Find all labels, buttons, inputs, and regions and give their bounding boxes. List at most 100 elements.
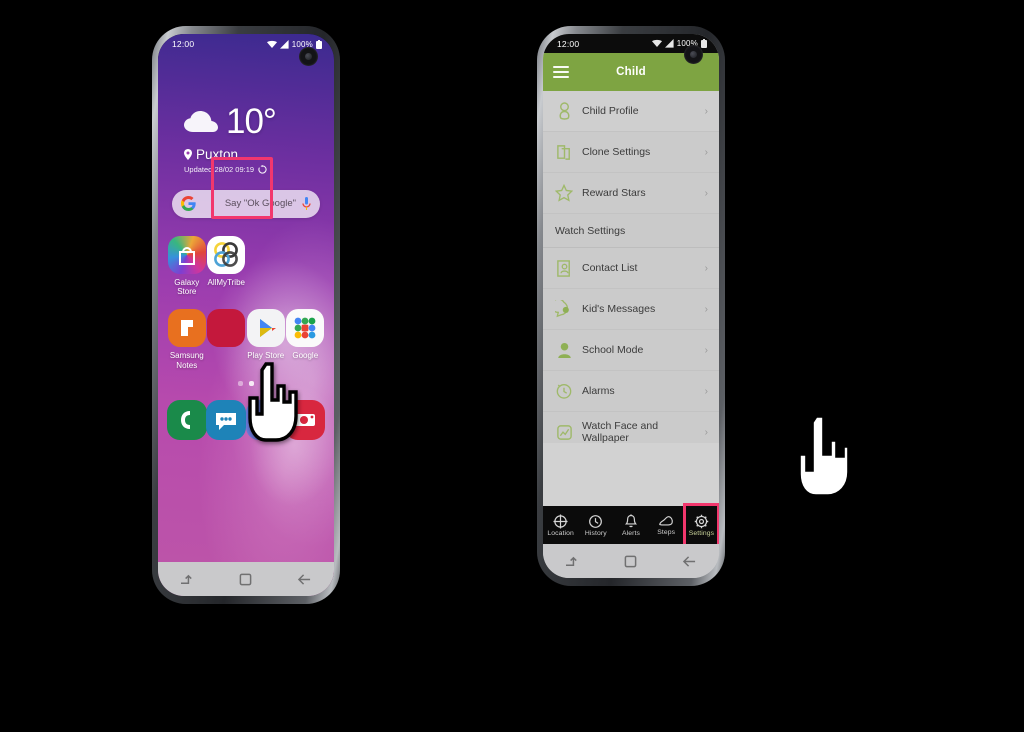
google-folder-icon <box>286 309 325 347</box>
list-item-child-profile[interactable]: Child Profile › <box>543 91 719 132</box>
app-empty-slot-1 <box>246 236 286 298</box>
list-item-alarms[interactable]: Alarms › <box>543 371 719 412</box>
home-icon[interactable] <box>239 573 252 586</box>
phone-icon <box>166 399 207 440</box>
hand-cursor-right <box>797 414 851 498</box>
list-item-label: Reward Stars <box>582 187 646 199</box>
app-row-1: Galaxy Store AllMyTribe <box>167 235 326 298</box>
weather-widget[interactable]: 10° Puxton Updated 28/02 09:19 <box>184 102 334 174</box>
app-empty-slot-2 <box>286 236 326 298</box>
home-icon[interactable] <box>624 555 637 568</box>
weather-location: Puxton <box>196 146 239 162</box>
shoe-icon <box>659 516 674 526</box>
list-item-label: Contact List <box>582 262 638 274</box>
child-profile-icon <box>552 101 576 121</box>
front-camera-punch-hole <box>299 47 318 66</box>
battery-icon <box>316 39 322 49</box>
front-camera-punch-hole <box>684 45 703 64</box>
list-item-label: Watch Face and Wallpaper <box>582 420 659 443</box>
signal-icon <box>664 39 674 48</box>
location-crosshair-icon <box>553 513 568 529</box>
right-navigation-bar <box>543 544 719 578</box>
google-search-bar[interactable]: Say "Ok Google" <box>172 189 320 218</box>
bell-icon <box>624 513 638 527</box>
chevron-right-icon: › <box>704 146 708 158</box>
alarm-clock-icon <box>552 382 576 400</box>
cloud-icon <box>184 110 218 132</box>
tab-label: History <box>584 529 607 537</box>
chevron-right-icon: › <box>704 105 708 117</box>
status-time: 12:00 <box>172 39 195 49</box>
signal-icon <box>279 39 289 49</box>
dock-phone[interactable] <box>166 399 207 440</box>
chevron-right-icon: › <box>704 262 708 274</box>
list-item-label: School Mode <box>582 344 644 356</box>
tab-label: Alerts <box>622 529 640 537</box>
list-item-school-mode[interactable]: School Mode › <box>543 330 719 371</box>
screenshot-stage: 12:00 100% 10° Puxton Updated 28/02 09:1… <box>0 0 1024 732</box>
chevron-right-icon: › <box>704 385 708 397</box>
school-mode-icon <box>552 341 576 360</box>
app-samsung-notes[interactable]: Samsung Notes <box>167 309 207 371</box>
list-item-label: Child Profile <box>582 105 639 117</box>
right-phone-screen: 12:00 100% Child Child Profile › Clone S… <box>543 34 719 578</box>
right-phone-device: 12:00 100% Child Child Profile › Clone S… <box>537 26 725 586</box>
tab-history[interactable]: History <box>578 506 613 544</box>
page-title: Child <box>616 66 646 78</box>
refresh-icon[interactable] <box>258 164 267 174</box>
hidden-under-cursor-icon <box>207 309 246 347</box>
list-item-label: Kid's Messages <box>582 303 656 315</box>
recents-icon[interactable] <box>180 573 195 586</box>
google-g-icon <box>181 196 196 211</box>
back-icon[interactable] <box>682 555 697 568</box>
bottom-tab-bar: Location History Alerts Steps Settings <box>543 503 719 547</box>
app-allmytribe[interactable]: AllMyTribe <box>207 235 247 298</box>
app-label: Samsung Notes <box>169 351 204 370</box>
chevron-right-icon: › <box>704 426 708 438</box>
chevron-right-icon: › <box>704 187 708 199</box>
tab-label: Steps <box>657 529 676 536</box>
weather-temperature: 10° <box>226 102 277 141</box>
wifi-icon <box>266 40 277 48</box>
tab-location[interactable]: Location <box>543 506 578 544</box>
chevron-right-icon: › <box>704 303 708 315</box>
contact-list-icon <box>552 259 576 278</box>
play-store-icon <box>246 309 285 347</box>
list-item-clone-settings[interactable]: Clone Settings › <box>543 132 719 173</box>
microphone-icon[interactable] <box>302 196 311 211</box>
samsung-notes-icon <box>167 309 206 347</box>
tab-alerts[interactable]: Alerts <box>613 506 648 544</box>
kids-messages-icon <box>552 300 576 318</box>
list-item-label: Clone Settings <box>582 146 651 158</box>
settings-list[interactable]: Child Profile › Clone Settings › Reward … <box>543 91 719 443</box>
list-item-reward-stars[interactable]: Reward Stars › <box>543 173 719 214</box>
recents-icon[interactable] <box>565 555 580 568</box>
left-phone-screen: 12:00 100% 10° Puxton Updated 28/02 09:1… <box>158 34 334 596</box>
wifi-icon <box>651 39 662 47</box>
galaxy-store-icon <box>167 235 206 274</box>
tab-label: Location <box>547 529 574 537</box>
section-header-label: Watch Settings <box>555 224 626 237</box>
app-label: AllMyTribe <box>207 277 245 287</box>
settings-highlight-box <box>682 503 719 547</box>
app-label: Galaxy Store <box>174 277 200 297</box>
search-hint-text: Say "Ok Google" <box>224 198 296 209</box>
left-phone-device: 12:00 100% 10° Puxton Updated 28/02 09:1… <box>152 26 340 604</box>
app-grid: Galaxy Store AllMyTribe Samsung Notes Pl… <box>158 235 334 371</box>
status-time: 12:00 <box>557 38 580 49</box>
battery-icon <box>701 39 707 48</box>
star-icon <box>552 184 576 202</box>
tab-steps[interactable]: Steps <box>649 506 684 544</box>
list-item-kids-messages[interactable]: Kid's Messages › <box>543 289 719 330</box>
map-pin-icon <box>184 148 192 160</box>
left-navigation-bar <box>158 562 334 596</box>
list-section-header-watch-settings: Watch Settings <box>543 214 719 248</box>
tab-settings[interactable]: Settings <box>682 503 719 547</box>
back-icon[interactable] <box>297 573 312 586</box>
clone-settings-icon <box>552 143 576 162</box>
app-galaxy-store[interactable]: Galaxy Store <box>167 235 207 298</box>
watch-face-icon <box>552 424 576 441</box>
list-item-label: Alarms <box>582 385 615 397</box>
list-item-contact-list[interactable]: Contact List › <box>543 248 719 289</box>
list-item-watch-face-and-wallpaper[interactable]: Watch Face and Wallpaper › <box>543 412 719 443</box>
